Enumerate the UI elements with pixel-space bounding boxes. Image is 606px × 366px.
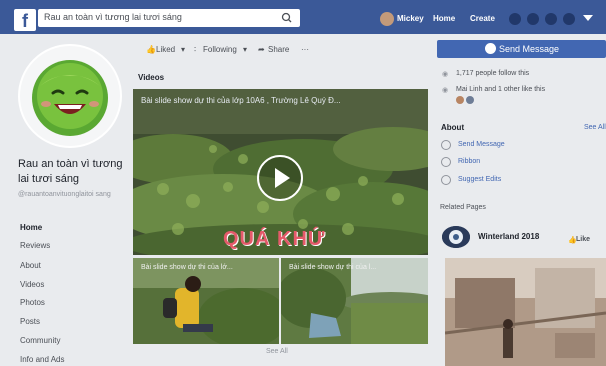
friend-avatar-2[interactable] xyxy=(466,96,474,104)
see-all-videos-link[interactable]: See All xyxy=(266,348,288,355)
video-thumbnail-2[interactable]: Bài slide show dự thi của l... xyxy=(281,258,428,344)
left-nav-community[interactable]: Community xyxy=(20,336,60,345)
following-rss-icon: ∶ xyxy=(194,45,197,54)
page-username[interactable]: @rauantoanvituonglaitoi sang xyxy=(18,190,126,199)
send-message-icon xyxy=(441,140,451,150)
play-icon xyxy=(275,168,290,188)
user-name-link[interactable]: Mickey xyxy=(397,14,424,23)
left-nav-home[interactable]: Home xyxy=(20,223,42,232)
about-suggest-edits-link[interactable]: Suggest Edits xyxy=(458,176,501,183)
send-message-button[interactable]: Send Message xyxy=(437,40,606,58)
help-icon[interactable] xyxy=(563,13,575,25)
left-nav-posts[interactable]: Posts xyxy=(20,317,40,326)
video-thumbnail-1-title[interactable]: Bài slide show dự thi của lớ... xyxy=(141,264,233,271)
about-see-all-link[interactable]: See All xyxy=(584,124,606,131)
top-navigation-bar: f Rau an toàn vì tương lai tươi sáng Mic… xyxy=(0,0,606,34)
following-button[interactable]: Following xyxy=(203,45,237,54)
featured-video[interactable]: Bài slide show dự thi của lớp 10A6 , Trư… xyxy=(133,89,428,255)
left-nav-info-and-ads[interactable]: Info and Ads xyxy=(20,355,64,364)
send-message-label: Send Message xyxy=(499,44,560,54)
share-button[interactable]: Share xyxy=(268,45,289,54)
liked-button[interactable]: Liked xyxy=(156,45,175,54)
videos-section-title[interactable]: Videos xyxy=(138,73,164,82)
video-thumbnail-2-title[interactable]: Bài slide show dự thi của l... xyxy=(289,264,376,271)
page-profile-picture[interactable] xyxy=(18,44,122,148)
followers-icon: ◉ xyxy=(442,71,449,78)
following-chevron-down-icon[interactable]: ▾ xyxy=(243,45,247,54)
friend-avatar-1[interactable] xyxy=(456,96,464,104)
cabbage-mascot-icon xyxy=(32,60,108,136)
featured-video-title[interactable]: Bài slide show dự thi của lớp 10A6 , Trư… xyxy=(141,96,341,105)
search-icon[interactable] xyxy=(278,11,296,25)
friend-requests-icon[interactable] xyxy=(509,13,521,25)
left-nav-reviews[interactable]: Reviews xyxy=(20,241,50,250)
like-thumb-icon: 👍 xyxy=(146,45,156,54)
left-nav-about[interactable]: About xyxy=(20,261,41,270)
friends-like-icon: ◉ xyxy=(442,87,449,94)
friends-like-text[interactable]: Mai Linh and 1 other like this xyxy=(456,86,545,93)
like-page-button[interactable]: Like xyxy=(576,236,590,243)
notifications-icon[interactable] xyxy=(545,13,557,25)
about-ribbon-link[interactable]: Ribbon xyxy=(458,158,480,165)
liked-chevron-down-icon[interactable]: ▾ xyxy=(181,45,185,54)
ribbon-icon xyxy=(441,157,451,167)
pencil-icon xyxy=(441,175,451,185)
search-bar[interactable]: Rau an toàn vì tương lai tươi sáng xyxy=(38,9,300,27)
mall-interior-scene xyxy=(445,258,606,366)
video-overlay-caption: QUÁ KHỨ xyxy=(223,228,326,250)
related-page-avatar[interactable] xyxy=(442,226,470,248)
messenger-icon[interactable] xyxy=(527,13,539,25)
share-arrow-icon: ➦ xyxy=(258,45,265,54)
related-pages-title: Related Pages xyxy=(440,204,486,211)
nav-create-link[interactable]: Create xyxy=(470,14,495,23)
facebook-logo-icon[interactable]: f xyxy=(14,9,36,31)
left-nav-videos[interactable]: Videos xyxy=(20,280,44,289)
account-menu-chevron-down-icon[interactable] xyxy=(583,15,593,21)
page-title: Rau an toàn vì tương lai tươi sáng xyxy=(18,158,123,185)
follower-count: 1,717 people follow this xyxy=(456,70,530,77)
about-send-message-link[interactable]: Send Message xyxy=(458,141,505,148)
winterland-logo-icon xyxy=(442,226,470,248)
related-page-name[interactable]: Winterland 2018 xyxy=(478,232,539,241)
nav-home-link[interactable]: Home xyxy=(433,14,455,23)
left-nav-photos[interactable]: Photos xyxy=(20,298,45,307)
play-button[interactable] xyxy=(257,155,303,201)
related-page-cover-photo[interactable] xyxy=(445,258,606,366)
more-options-button[interactable]: ··· xyxy=(301,45,309,54)
about-section-title[interactable]: About xyxy=(441,123,464,132)
video-thumbnail-1[interactable]: Bài slide show dự thi của lớ... xyxy=(133,258,279,344)
user-avatar[interactable] xyxy=(380,12,394,26)
messenger-bubble-icon xyxy=(485,43,496,54)
search-input[interactable]: Rau an toàn vì tương lai tươi sáng xyxy=(44,12,182,22)
